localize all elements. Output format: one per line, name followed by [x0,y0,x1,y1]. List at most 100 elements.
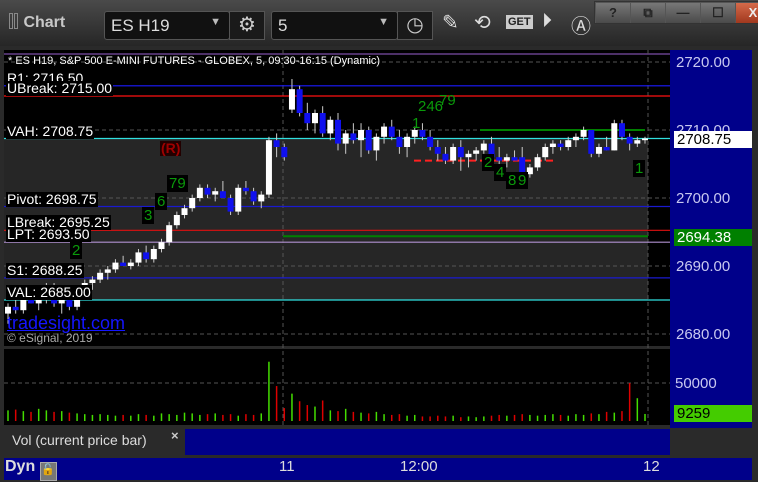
candle-body [503,157,510,161]
candle-body [166,225,173,243]
candle-body [542,147,549,158]
candle-body [496,157,503,161]
app-title: Chart [9,13,65,32]
candle-body [588,130,595,154]
candle-body [642,138,648,141]
level-label: LPT: 2693.50 [6,226,91,243]
signal-label: 2 [70,242,83,259]
candle-body [327,119,334,134]
candle-body [258,194,265,202]
gear-icon[interactable]: ⚙ [229,11,265,40]
candle-body [595,147,602,154]
candle-body [618,123,625,137]
study-icon[interactable]: ⟲ [474,10,491,35]
last-price-tag: 2708.75 [674,131,752,148]
candle-body [388,126,395,137]
candle-body [365,130,372,151]
signal-label: 6 [155,193,168,210]
candle-body [549,143,556,147]
chevron-down-icon: ▼ [378,16,389,28]
symbol-value: ES H19 [111,16,170,35]
candle-body [311,113,318,124]
copyright: © eSignal, 2019 [7,331,93,345]
signal-price-tag: 2694.38 [674,229,752,246]
volume-tick: 50000 [675,375,717,392]
candle-body [580,130,587,137]
dynamic-label[interactable]: Dyn 🔓 [5,458,57,481]
candle-body [242,187,249,192]
candle-body [12,306,19,311]
candle-body [265,140,272,195]
candle-body [250,191,257,202]
candle-body [534,157,541,168]
interval-dropdown[interactable]: 5 ▼ [271,11,398,40]
candle-body [212,191,219,195]
r-marker: (R) [160,140,182,156]
candle-body [135,252,142,263]
level-label: S1: 2688.25 [6,261,84,278]
candle-body [557,143,564,147]
close-button[interactable]: X [736,3,758,23]
y-tick: 2720.00 [676,54,731,71]
candle-body [457,147,464,158]
chevron-down-icon: ▼ [210,16,221,28]
candle-body [572,136,579,141]
get-icon[interactable]: GET [506,15,533,29]
candle-body [465,153,472,158]
symbol-dropdown[interactable]: ES H19 ▼ [104,11,230,40]
close-pane-icon[interactable]: × [171,428,179,443]
play-icon[interactable]: ⏵ [542,10,552,33]
candle-body [97,272,104,280]
grip-icon[interactable] [9,13,13,29]
volume-pane-label: Vol (current price bar) [12,432,147,448]
candle-body [381,126,388,137]
grip-icon[interactable] [14,13,18,29]
candle-body [112,262,119,270]
restore-menu-button[interactable]: ⧉ [631,3,665,23]
candle-body [404,136,411,147]
a-icon[interactable]: Ⓐ [571,10,591,39]
candle-body [150,249,157,260]
app-title-text: Chart [23,14,66,31]
candle-body [335,119,342,144]
candle-body [181,208,188,215]
candle-body [189,198,196,209]
candle-body [173,215,180,226]
signal-label: 4 [494,164,507,181]
signal-label: 79 [167,175,188,192]
volume-empty-panel [185,429,670,455]
candle-body [227,198,234,212]
lock-icon[interactable]: 🔓 [39,462,57,481]
signal-label: 1 [412,115,421,132]
chart-info: * ES H19, S&P 500 E-MINI FUTURES - GLOBE… [8,55,381,67]
help-button[interactable]: ? [596,3,630,23]
volume-pane [4,349,670,425]
minimize-button[interactable]: — [666,3,700,23]
level-label: VAH: 2708.75 [6,122,95,139]
level-label: UBreak: 2715.00 [6,80,114,96]
candle-body [89,279,96,283]
candle-body [434,147,441,154]
candle-body [350,133,357,141]
candle-body [427,136,434,147]
y-tick: 2700.00 [676,190,731,207]
title-bar: Chart ES H19 ▼ ⚙ 5 ▼ ◷ ✎ ⟲ GET ⏵ Ⓐ ? ⧉ — ☐… [0,0,758,46]
candle-body [450,147,457,161]
clock-icon[interactable]: ◷ [397,11,433,40]
signal-label: 2 [482,154,495,171]
candle-body [235,187,242,212]
level-label: VAL: 2685.00 [6,284,92,300]
signal-label: 79 [439,92,456,109]
candle-body [480,143,487,151]
chart-canvas[interactable] [0,46,758,482]
maximize-button[interactable]: ☐ [701,3,735,23]
candle-body [281,147,288,158]
candle-body [219,191,226,198]
level-label: Pivot: 2698.75 [6,190,98,207]
pencil-icon[interactable]: ✎ [442,10,459,35]
candle-body [611,123,618,151]
candle-body [511,157,518,161]
candle-body [342,133,349,144]
signal-label: 3 [142,207,155,224]
candle-body [273,140,280,147]
